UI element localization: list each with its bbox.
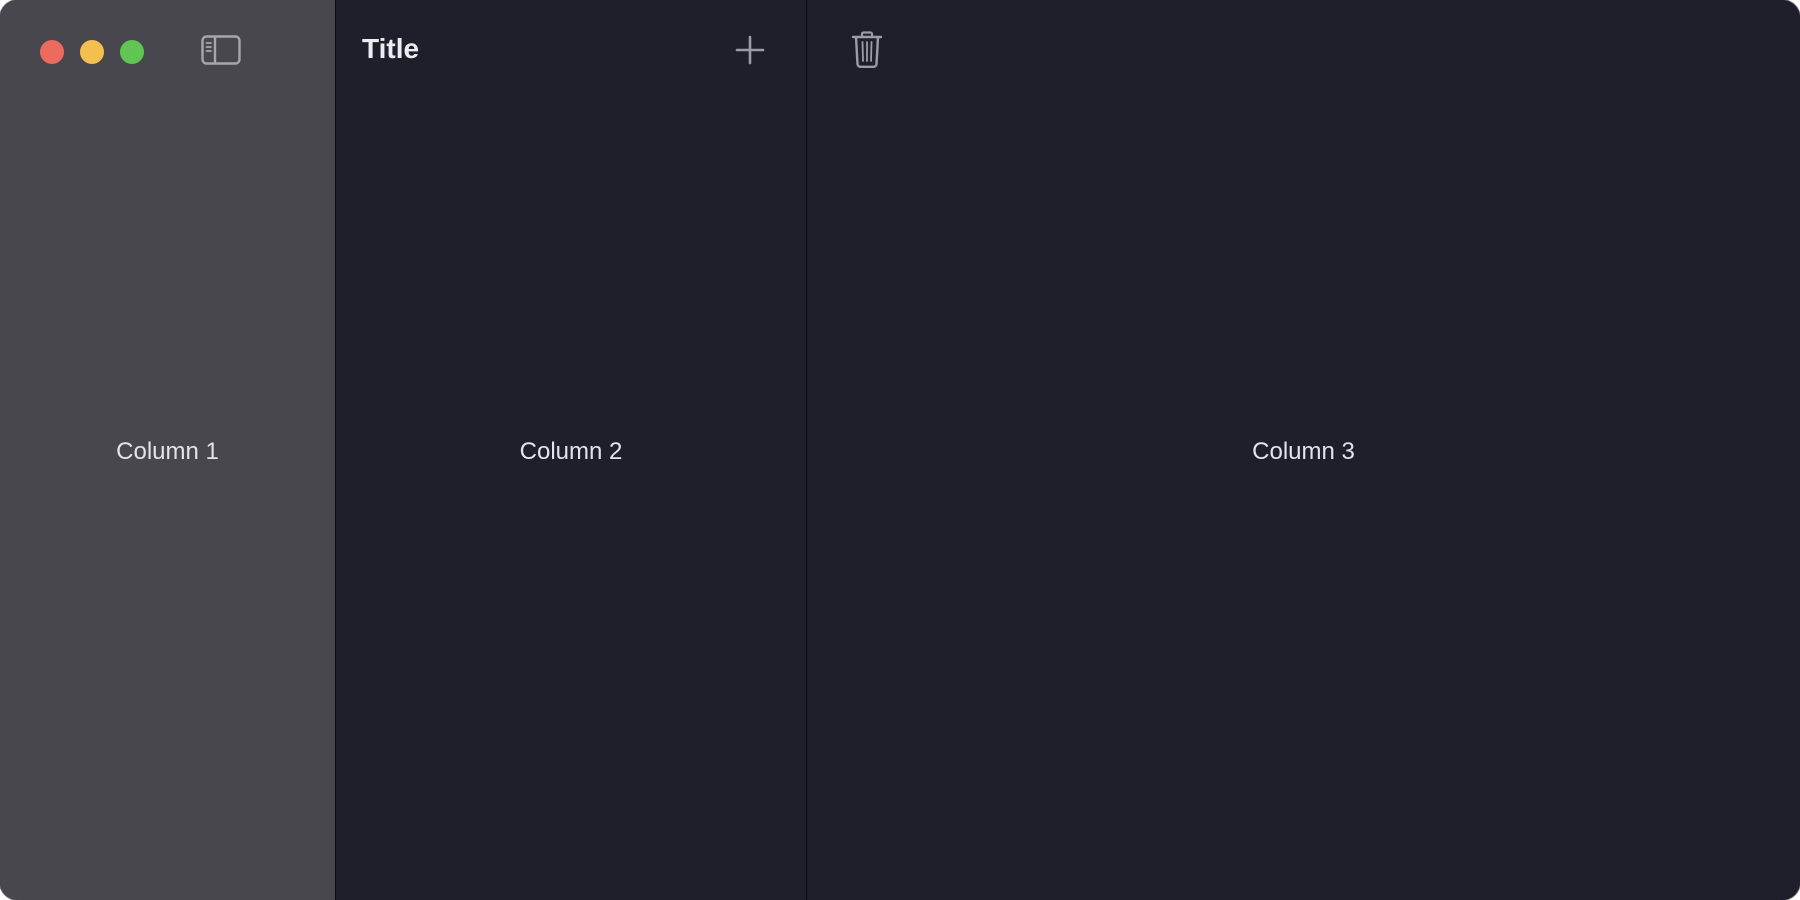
column-3-label: Column 3 [1252,438,1355,465]
plus-icon [735,35,765,65]
detail-column: Column 3 [807,0,1800,900]
sidebar-column: Column 1 [0,0,336,900]
add-button[interactable] [732,32,768,68]
toggle-sidebar-button[interactable] [200,34,242,66]
column-2-label: Column 2 [519,438,623,465]
trash-icon [851,31,883,69]
content-title: Title [362,33,420,64]
column-1-label: Column 1 [116,438,219,465]
minimize-window-button[interactable] [80,40,104,64]
sidebar-left-icon [201,35,241,65]
app-window: Column 1 Title Column 2 Column 3 [0,0,1800,900]
content-column: Title Column 2 [336,0,807,900]
window-controls [40,40,144,64]
delete-button[interactable] [847,28,887,72]
close-window-button[interactable] [40,40,64,64]
zoom-window-button[interactable] [120,40,144,64]
